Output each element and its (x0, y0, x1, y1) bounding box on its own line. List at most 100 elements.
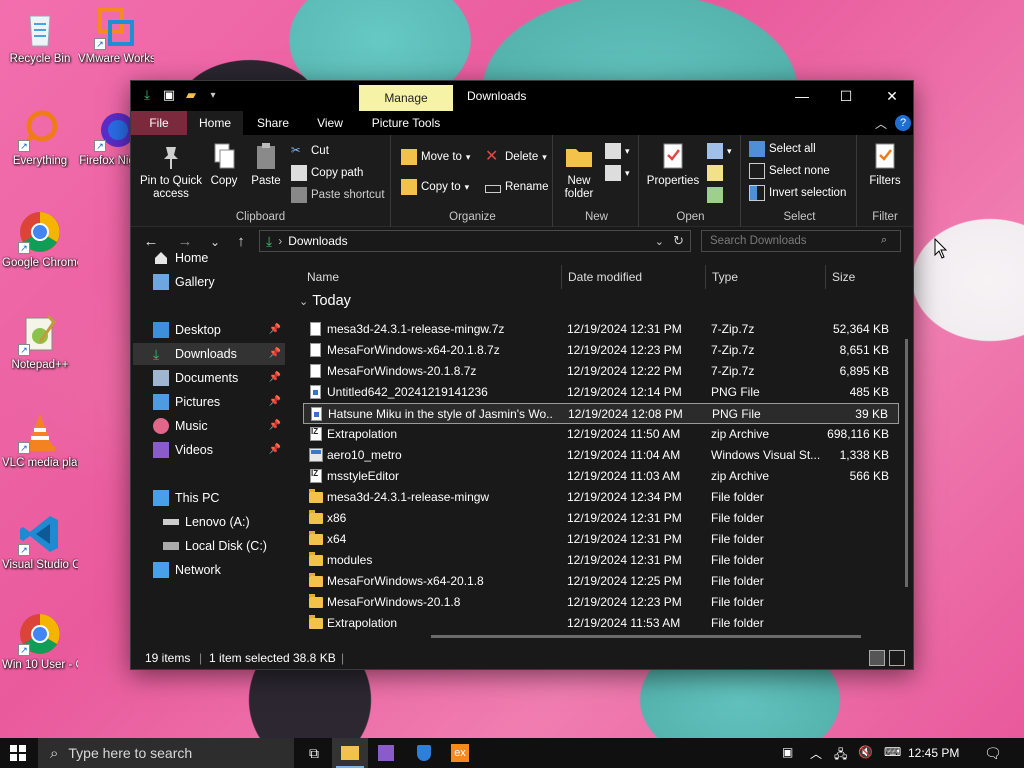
breadcrumb-downloads[interactable]: Downloads (288, 234, 347, 248)
refresh-icon[interactable]: ↻ (673, 233, 684, 249)
collapse-ribbon-chevron-icon[interactable]: ︿ (875, 115, 887, 132)
file-row[interactable]: MesaForWindows-20.1.8 12/19/2024 12:23 PM… (303, 592, 899, 613)
taskbar-app-x[interactable]: ex (442, 738, 478, 768)
nav-network[interactable]: Network (133, 559, 285, 581)
select-none-button[interactable]: Select none (749, 161, 830, 181)
file-row[interactable]: modules 12/19/2024 12:31 PM File folder (303, 550, 899, 571)
file-row[interactable]: Extrapolation 12/19/2024 11:53 AM File fol… (303, 613, 899, 634)
file-row[interactable]: Untitled642_20241219141236 12/19/2024 12:… (303, 382, 899, 403)
nav-desktop[interactable]: Desktop 📌 (133, 319, 285, 341)
column-header-date[interactable]: Date modified (568, 265, 642, 289)
nav-videos[interactable]: Videos 📌 (133, 439, 285, 461)
tab-file[interactable]: File (131, 111, 187, 135)
paste-button[interactable]: Paste (247, 141, 285, 188)
cut-button[interactable]: ✂ Cut (291, 141, 329, 161)
vertical-scrollbar[interactable] (905, 339, 908, 587)
nav-documents[interactable]: Documents 📌 (133, 367, 285, 389)
history-button[interactable] (707, 185, 723, 205)
customize-qat-chevron-icon[interactable]: ▾ (205, 87, 221, 103)
start-button[interactable] (0, 738, 36, 768)
nav-local-disk[interactable]: Local Disk (C:) (133, 535, 285, 557)
new-item-button[interactable]: ▾ (605, 141, 630, 161)
column-divider[interactable] (825, 265, 826, 289)
desktop-icon-vmware[interactable]: ↗ VMware Workstation (78, 6, 154, 66)
address-bar[interactable]: ⤓ › Downloads ⌄ ↻ (259, 230, 691, 252)
file-row[interactable]: mesa3d-24.3.1-release-mingw 12/19/2024 12… (303, 487, 899, 508)
help-icon[interactable]: ? (895, 115, 911, 131)
large-icons-view-button[interactable] (889, 650, 905, 666)
file-row[interactable]: aero10_metro 12/19/2024 11:04 AM Windows V… (303, 445, 899, 466)
nav-pictures[interactable]: Pictures 📌 (133, 391, 285, 413)
column-divider[interactable] (705, 265, 706, 289)
edit-button[interactable] (707, 163, 723, 183)
properties-button[interactable]: Properties (645, 141, 701, 188)
nav-music[interactable]: Music 📌 (133, 415, 285, 437)
pin-icon[interactable]: 📌 (269, 324, 281, 335)
nav-downloads[interactable]: ⤓ Downloads 📌 (133, 343, 285, 365)
nav-lenovo-drive[interactable]: Lenovo (A:) (133, 511, 285, 533)
select-all-button[interactable]: Select all (749, 139, 816, 159)
column-header-type[interactable]: Type (712, 265, 738, 289)
file-row[interactable]: MesaForWindows-20.1.8.7z 12/19/2024 12:22… (303, 361, 899, 382)
pin-icon[interactable]: 📌 (269, 444, 281, 455)
desktop-icon-vscode[interactable]: ↗ Visual Studio Code (2, 512, 78, 572)
task-view-button[interactable]: ⧉ (296, 738, 332, 768)
delete-button[interactable]: ✕ Delete ▾ (485, 147, 547, 167)
tab-manage[interactable]: Manage (359, 85, 453, 111)
new-folder-button[interactable]: New folder (559, 141, 599, 201)
address-history-chevron-icon[interactable]: ⌄ (655, 235, 664, 248)
notifications-icon[interactable]: 🗨 (984, 745, 1002, 762)
nav-home[interactable]: Home (133, 247, 285, 269)
close-button[interactable]: ✕ (869, 81, 915, 111)
column-header-name[interactable]: Name (307, 265, 339, 289)
show-hidden-icons-chevron-icon[interactable]: ︿ (810, 745, 822, 762)
nav-this-pc[interactable]: This PC (133, 487, 285, 509)
file-row[interactable]: MesaForWindows-x64-20.1.8.7z 12/19/2024 1… (303, 340, 899, 361)
taskbar-search-box[interactable]: ⌕ Type here to search (38, 738, 294, 768)
move-to-button[interactable]: Move to ▾ (401, 147, 470, 167)
tab-share[interactable]: Share (247, 111, 299, 135)
new-folder-qat-icon[interactable]: ▰ (183, 87, 199, 103)
copy-button[interactable]: Copy (207, 141, 241, 188)
horizontal-scrollbar[interactable] (431, 635, 861, 638)
desktop-icon-chrome[interactable]: ↗ Google Chrome (2, 210, 78, 270)
nav-gallery[interactable]: Gallery (133, 271, 285, 293)
clock[interactable]: 12:45 PM (908, 746, 959, 760)
file-row[interactable]: msstyleEditor 12/19/2024 11:03 AM zip Arch… (303, 466, 899, 487)
pin-icon[interactable]: 📌 (269, 396, 281, 407)
copy-path-button[interactable]: Copy path (291, 163, 363, 183)
volume-muted-icon[interactable]: 🔇 (858, 745, 873, 759)
title-bar[interactable]: ⤓ ▣ ▰ ▾ Manage Downloads — ☐ ✕ (131, 81, 913, 111)
rename-button[interactable]: Rename (485, 177, 548, 197)
desktop-icon-recycle-bin[interactable]: Recycle Bin (2, 6, 78, 66)
filters-button[interactable]: Filters (863, 141, 907, 188)
column-divider[interactable] (561, 265, 562, 289)
file-row[interactable]: Extrapolation 12/19/2024 11:50 AM zip Arch… (303, 424, 899, 445)
tab-picture-tools[interactable]: Picture Tools (363, 111, 449, 135)
desktop-icon-vlc[interactable]: ↗ VLC media player (2, 410, 78, 470)
file-row[interactable]: MesaForWindows-x64-20.1.8 12/19/2024 12:2… (303, 571, 899, 592)
file-row[interactable]: Hatsune Miku in the style of Jasmin's Wo… (303, 403, 899, 424)
taskbar-defender[interactable] (406, 738, 442, 768)
desktop-icon-everything[interactable]: ↗ Everything (2, 108, 78, 168)
network-tray-icon[interactable]: 🖧 (834, 745, 847, 766)
desktop-icon-win10-chrome[interactable]: ↗ Win 10 User - Chrome (2, 612, 78, 672)
invert-selection-button[interactable]: Invert selection (749, 183, 846, 203)
tab-view[interactable]: View (305, 111, 355, 135)
maximize-button[interactable]: ☐ (823, 81, 869, 111)
pin-to-quick-access-button[interactable]: Pin to Quick access (135, 141, 207, 201)
details-view-button[interactable] (869, 650, 885, 666)
pin-icon[interactable]: 📌 (269, 420, 281, 431)
properties-qat-icon[interactable]: ▣ (161, 87, 177, 103)
group-header-today[interactable]: ⌄ Today (299, 293, 351, 309)
pin-icon[interactable]: 📌 (269, 348, 281, 359)
paste-shortcut-button[interactable]: Paste shortcut (291, 185, 385, 205)
open-button[interactable]: ▾ (707, 141, 732, 161)
pin-icon[interactable]: 📌 (269, 372, 281, 383)
taskbar-file-explorer[interactable] (332, 738, 368, 768)
easy-access-button[interactable]: ▾ (605, 163, 630, 183)
tab-home[interactable]: Home (187, 111, 243, 135)
file-explorer-window[interactable]: ⤓ ▣ ▰ ▾ Manage Downloads — ☐ ✕ File Home… (130, 80, 914, 670)
minimize-button[interactable]: — (779, 81, 825, 111)
file-row[interactable]: mesa3d-24.3.1-release-mingw.7z 12/19/2024… (303, 319, 899, 340)
